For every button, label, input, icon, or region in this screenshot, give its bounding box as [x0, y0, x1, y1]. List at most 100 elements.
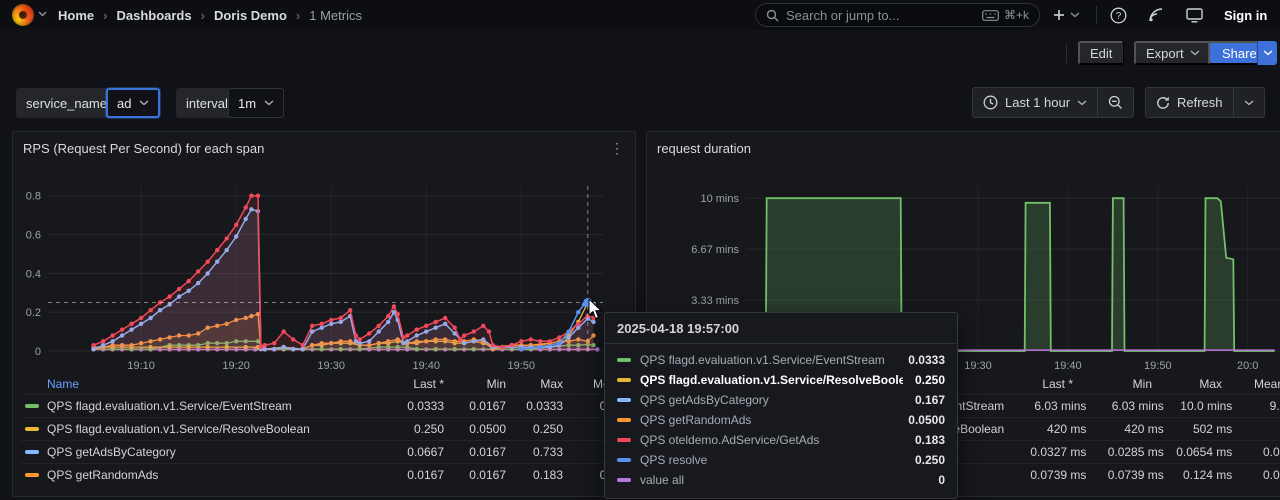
tooltip-row: QPS resolve0.250	[605, 450, 957, 470]
legend-row: QPS flagd.evaluation.v1.Service/ResolveB…	[21, 417, 627, 440]
svg-text:?: ?	[1116, 11, 1122, 22]
legend-value: 6.03 mins	[1004, 399, 1086, 413]
chevron-down-icon[interactable]	[38, 11, 47, 17]
panel-title[interactable]: RPS (Request Per Second) for each span	[23, 141, 264, 156]
legend-value: 0.124 ms	[1164, 468, 1233, 482]
series-name[interactable]: QPS flagd.evaluation.v1.Service/ResolveB…	[47, 422, 374, 436]
breadcrumb-item[interactable]: Dashboards	[116, 8, 191, 23]
legend-row: QPS getRandomAds0.01670.01670.1830.06	[21, 463, 627, 486]
legend-value: 0.0167	[374, 468, 444, 482]
grafana-logo-icon[interactable]	[12, 4, 34, 26]
tooltip-row: value all0	[605, 470, 957, 490]
legend-value: 0.0333	[506, 399, 563, 413]
svg-text:19:20: 19:20	[222, 360, 250, 372]
legend-value: 0.183	[506, 468, 563, 482]
tooltip-series-value: 0.0333	[908, 353, 945, 367]
tooltip-series-name: QPS flagd.evaluation.v1.Service/EventStr…	[640, 353, 896, 367]
breadcrumb-item[interactable]: Home	[58, 8, 94, 23]
series-color-swatch	[617, 358, 631, 362]
chart-tooltip: 2025-04-18 19:57:00 QPS flagd.evaluation…	[604, 312, 958, 499]
legend-value: 0.0167	[444, 399, 506, 413]
series-color-swatch	[617, 398, 631, 402]
legend-header-min[interactable]: Min	[1073, 377, 1152, 391]
svg-text:19:30: 19:30	[964, 360, 992, 372]
add-button[interactable]	[1052, 0, 1080, 30]
svg-text:0.8: 0.8	[26, 191, 41, 203]
series-color-swatch	[25, 473, 39, 477]
legend-header-last[interactable]: Last *	[989, 377, 1073, 391]
series-color-swatch	[617, 458, 631, 462]
plus-icon	[1052, 8, 1066, 22]
tooltip-row: QPS flagd.evaluation.v1.Service/ResolveB…	[605, 370, 957, 390]
legend-value: 6.03 mins	[1086, 399, 1163, 413]
tooltip-series-name: value all	[640, 473, 926, 487]
breadcrumb-item[interactable]: 1 Metrics	[309, 8, 362, 23]
service-name-label: service_name	[16, 88, 117, 118]
edit-button[interactable]: Edit	[1078, 41, 1124, 65]
legend-value: 0.0167	[444, 468, 506, 482]
breadcrumb-separator-icon: ›	[103, 8, 107, 23]
news-button[interactable]	[1148, 0, 1164, 30]
tooltip-row: QPS oteldemo.AdService/GetAds0.183	[605, 430, 957, 450]
interval-select[interactable]: 1m	[228, 88, 284, 118]
legend-header-mean[interactable]: Mean	[1222, 377, 1280, 391]
rss-icon	[1148, 7, 1164, 23]
legend-value: 9.63	[1232, 399, 1280, 413]
help-icon: ?	[1110, 7, 1127, 24]
tooltip-row: QPS getRandomAds0.0500	[605, 410, 957, 430]
zoom-out-button[interactable]	[1098, 88, 1133, 117]
breadcrumb-item[interactable]: Doris Demo	[214, 8, 287, 23]
tooltip-row: QPS flagd.evaluation.v1.Service/EventStr…	[605, 350, 957, 370]
tooltip-timestamp: 2025-04-18 19:57:00	[605, 313, 957, 344]
svg-text:19:40: 19:40	[412, 360, 440, 372]
panel-menu-icon[interactable]: ⋮	[610, 140, 625, 157]
display-button[interactable]	[1186, 0, 1203, 30]
breadcrumb: Home › Dashboards › Doris Demo › 1 Metrics	[58, 0, 362, 30]
svg-text:19:40: 19:40	[1054, 360, 1082, 372]
sign-in-button[interactable]: Sign in	[1224, 0, 1267, 30]
chevron-down-icon	[139, 100, 149, 106]
tooltip-series-value: 0.250	[915, 373, 945, 387]
series-name[interactable]: QPS getAdsByCategory	[47, 445, 374, 459]
legend-header-name[interactable]: Name	[47, 377, 374, 391]
legend-value: 0.0739 ms	[1086, 468, 1163, 482]
breadcrumb-separator-icon: ›	[296, 8, 300, 23]
export-button[interactable]: Export	[1134, 41, 1212, 65]
rps-chart[interactable]: 00.20.40.60.819:1019:2019:3019:4019:50	[13, 181, 633, 377]
legend-row: QPS getAdsByCategory0.06670.01670.7330.1	[21, 440, 627, 463]
svg-text:0: 0	[35, 346, 41, 358]
legend-value: 0.0285 ms	[1086, 445, 1163, 459]
legend-value: 0.0333	[374, 399, 444, 413]
legend-value: 0.0500	[444, 422, 506, 436]
svg-text:20:0: 20:0	[1237, 360, 1258, 372]
legend-header-max[interactable]: Max	[1152, 377, 1222, 391]
legend-value: 420 ms	[1086, 422, 1163, 436]
help-button[interactable]: ?	[1110, 0, 1127, 30]
legend-header-max[interactable]: Max	[506, 377, 563, 391]
series-color-swatch	[617, 378, 631, 382]
clock-icon	[983, 95, 998, 110]
time-range-button[interactable]: Last 1 hour	[973, 88, 1097, 117]
search-input[interactable]: Search or jump to... ⌘+k	[755, 3, 1040, 27]
legend-value: 10.0 mins	[1164, 399, 1233, 413]
share-menu-button[interactable]	[1257, 41, 1277, 65]
refresh-button[interactable]: Refresh	[1146, 88, 1233, 117]
legend-value: 0.045	[1232, 445, 1280, 459]
series-name[interactable]: QPS flagd.evaluation.v1.Service/EventStr…	[47, 399, 374, 413]
chevron-down-icon	[1244, 100, 1254, 106]
legend-header-last[interactable]: Last *	[374, 377, 444, 391]
legend-value: 420 ms	[1004, 422, 1086, 436]
chevron-down-icon	[1070, 12, 1080, 18]
breadcrumb-separator-icon: ›	[201, 8, 205, 23]
actions-divider	[1066, 43, 1067, 63]
legend-value: 0.0654 ms	[1164, 445, 1233, 459]
refresh-interval-button[interactable]	[1234, 88, 1264, 117]
series-color-swatch	[617, 438, 631, 442]
chevron-down-icon	[1077, 100, 1087, 106]
series-name[interactable]: QPS getRandomAds	[47, 468, 374, 482]
chevron-down-icon	[264, 100, 274, 106]
legend-value: 0.250	[374, 422, 444, 436]
legend-header-min[interactable]: Min	[444, 377, 506, 391]
panel-title[interactable]: request duration	[657, 141, 751, 156]
service-name-select[interactable]: ad	[106, 88, 160, 118]
